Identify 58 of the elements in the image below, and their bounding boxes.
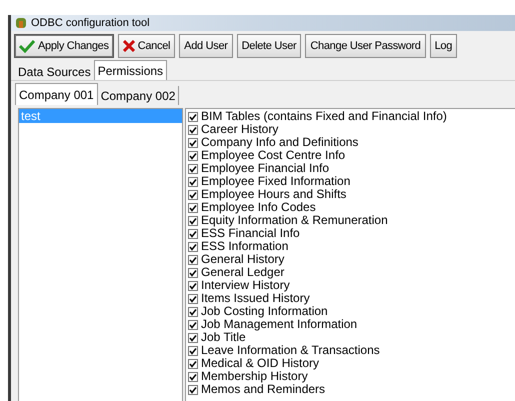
toolbar-button[interactable]: Change User Password <box>305 34 426 58</box>
permission-label: Job Management Information <box>201 318 358 331</box>
checkbox[interactable] <box>188 150 198 160</box>
toolbar-button[interactable]: Log <box>430 34 458 58</box>
checkbox[interactable] <box>188 294 198 304</box>
checkbox[interactable] <box>188 332 198 342</box>
checkbox[interactable] <box>188 384 198 394</box>
permission-label: Equity Information & Remuneration <box>201 214 388 227</box>
permission-label: Employee Cost Centre Info <box>201 149 346 162</box>
permission-label: General History <box>201 253 284 266</box>
permission-label: Medical & OID History <box>201 357 320 370</box>
permission-label: Leave Information & Transactions <box>201 344 380 357</box>
permission-label: Company Info and Definitions <box>201 136 358 149</box>
app-icon <box>15 17 27 29</box>
checkbox[interactable] <box>188 112 198 122</box>
permission-label: Employee Financial Info <box>201 162 330 175</box>
checkbox[interactable] <box>188 216 198 226</box>
window-title: ODBC configuration tool <box>31 16 150 31</box>
checkbox[interactable] <box>188 346 198 356</box>
checkmark-icon <box>19 39 35 53</box>
permission-label: Job Costing Information <box>201 305 328 318</box>
tab[interactable]: Data Sources <box>15 63 94 80</box>
checkbox[interactable] <box>188 164 198 174</box>
permission-label: Job Title <box>201 331 246 344</box>
permission-label: Career History <box>201 123 278 136</box>
permission-label: Interview History <box>201 279 290 292</box>
permission-label: Membership History <box>201 370 308 383</box>
checkbox[interactable] <box>188 320 198 330</box>
checkbox[interactable] <box>188 358 198 368</box>
checkbox[interactable] <box>188 124 198 134</box>
checkbox[interactable] <box>188 306 198 316</box>
checkbox[interactable] <box>188 268 198 278</box>
permission-label: BIM Tables (contains Fixed and Financial Info) <box>201 110 447 123</box>
permission-label: Employee Hours and Shifts <box>201 188 346 201</box>
checkbox[interactable] <box>188 138 198 148</box>
toolbar-button[interactable]: Delete User <box>236 34 302 58</box>
toolbar-button[interactable]: Add User <box>179 34 233 58</box>
checkbox[interactable] <box>188 190 198 200</box>
checkbox[interactable] <box>188 242 198 252</box>
toolbar-button[interactable]: Cancel <box>118 34 176 58</box>
permission-label: Employee Info Codes <box>201 201 316 214</box>
permission-label: General Ledger <box>201 266 284 279</box>
permission-label: ESS Information <box>201 240 288 253</box>
checkbox[interactable] <box>188 176 198 186</box>
tab[interactable]: Permissions <box>94 60 168 80</box>
close-icon <box>122 40 135 52</box>
toolbar-button[interactable]: Apply Changes <box>14 34 114 58</box>
checkbox[interactable] <box>188 254 198 264</box>
tab[interactable]: Company 001 <box>15 83 98 105</box>
permission-label: Memos and Reminders <box>201 383 326 396</box>
checkbox[interactable] <box>188 372 198 382</box>
checkbox[interactable] <box>188 280 198 290</box>
checkbox[interactable] <box>188 228 198 238</box>
permission-label: Items Issued History <box>201 292 310 305</box>
checkbox[interactable] <box>188 202 198 212</box>
tab[interactable]: Company 002 <box>98 86 180 105</box>
permission-label: ESS Financial Info <box>201 227 300 240</box>
permission-label: Employee Fixed Information <box>201 175 350 188</box>
